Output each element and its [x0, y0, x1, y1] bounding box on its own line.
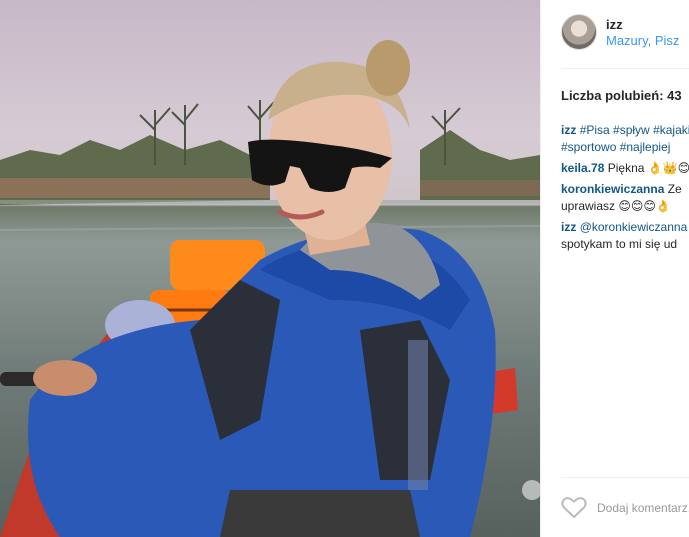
post-photo[interactable] [0, 0, 540, 537]
kayak-scene-image [0, 40, 540, 537]
list-item: izz @koronkiewiczanna spotykam to mi się… [561, 219, 689, 253]
list-item: koronkiewiczanna Ze uprawiasz 😊😊😊👌 [561, 181, 689, 215]
comment-input[interactable]: Dodaj komentarz... [597, 501, 689, 515]
comments-list: izz #Pisa #spływ #kajaki #sportowo #najl… [561, 122, 689, 257]
heart-outline-icon[interactable] [561, 496, 587, 520]
post-sidebar: izz Mazury, Pisz Liczba polubień: 43 izz… [540, 0, 689, 537]
header-divider [561, 68, 689, 69]
post-username[interactable]: izz [606, 17, 623, 32]
footer-divider [561, 477, 689, 478]
profile-avatar[interactable] [561, 14, 597, 50]
comment-text-line2: uprawiasz 😊😊😊👌 [561, 199, 671, 213]
caption-tags-line1[interactable]: #Pisa #spływ #kajaki [580, 123, 689, 137]
caption-tags-line2[interactable]: #sportowo #najlepiej [561, 140, 670, 154]
comment-username[interactable]: izz [561, 220, 576, 234]
caption-comment: izz #Pisa #spływ #kajaki #sportowo #najl… [561, 122, 689, 156]
post-location[interactable]: Mazury, Pisz [606, 33, 679, 48]
comment-text: Piękna 👌👑😊 [607, 161, 689, 175]
comment-username[interactable]: koronkiewiczanna [561, 182, 664, 196]
comment-username[interactable]: izz [561, 123, 576, 137]
comment-mention[interactable]: @koronkiewiczanna [580, 220, 688, 234]
list-item: keila.78 Piękna 👌👑😊 [561, 160, 689, 177]
comment-text-line2: spotykam to mi się ud [561, 237, 678, 251]
comment-text: Ze [667, 182, 682, 196]
likes-count[interactable]: Liczba polubień: 43 [561, 88, 682, 103]
comment-username[interactable]: keila.78 [561, 161, 604, 175]
